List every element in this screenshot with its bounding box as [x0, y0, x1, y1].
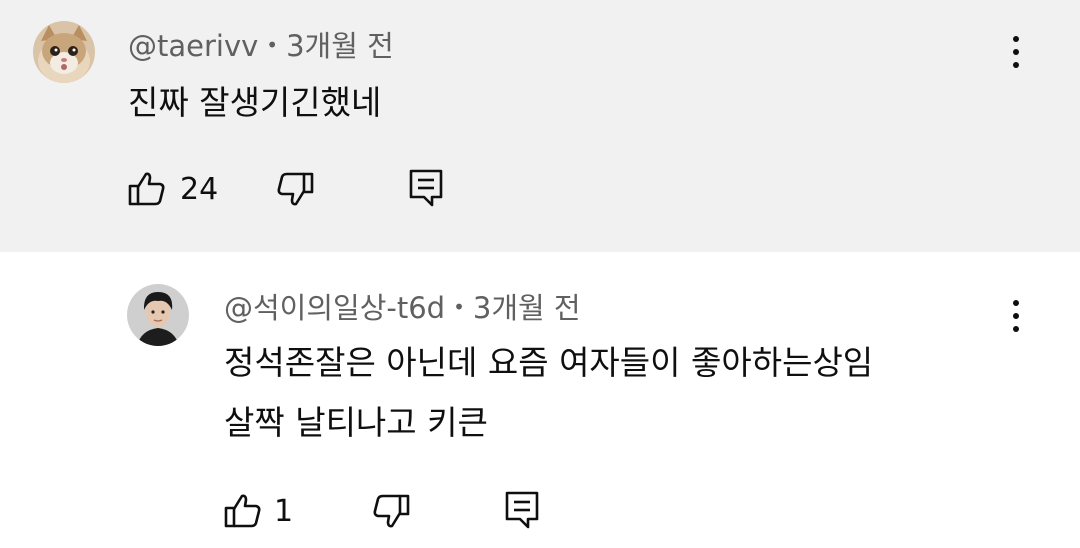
like-count: 1	[274, 494, 294, 529]
comment-time[interactable]: 3개월 전	[286, 29, 394, 63]
reply-icon	[505, 491, 539, 529]
more-vert-icon[interactable]	[1004, 294, 1028, 338]
comment-1: @taerivv • 3개월 전 진짜 잘생기긴했네 24	[0, 0, 1080, 252]
thumb-up-icon	[224, 494, 261, 528]
thumb-up-icon	[128, 172, 165, 206]
meta-separator: •	[453, 295, 465, 319]
more-vert-icon[interactable]	[1004, 30, 1028, 74]
like-count: 24	[180, 172, 219, 207]
like-button[interactable]	[128, 170, 166, 208]
comment-author[interactable]: @석이의일상-t6d	[224, 291, 445, 325]
comment-text: 진짜 잘생기긴했네	[128, 83, 382, 122]
thumb-down-icon	[277, 172, 314, 206]
reply-button[interactable]	[504, 490, 540, 530]
comment-time[interactable]: 3개월 전	[473, 291, 581, 325]
comment-text-line-1: 정석존잘은 아닌데 요즘 여자들이 좋아하는상임	[224, 343, 874, 382]
reply-icon	[409, 169, 443, 207]
comment-author[interactable]: @taerivv	[128, 29, 258, 63]
comment-meta: @taerivv • 3개월 전	[128, 28, 394, 63]
dislike-button[interactable]	[372, 492, 410, 530]
like-button[interactable]	[224, 492, 262, 530]
dislike-button[interactable]	[276, 170, 314, 208]
reply-button[interactable]	[408, 168, 444, 208]
thumb-down-icon	[373, 494, 410, 528]
comment-meta: @석이의일상-t6d • 3개월 전	[224, 290, 581, 325]
meta-separator: •	[266, 33, 279, 57]
comment-2: @석이의일상-t6d • 3개월 전 정석존잘은 아닌데 요즘 여자들이 좋아하는상…	[0, 252, 1080, 548]
comment-text-line-2: 살짝 날티나고 키큰	[224, 403, 488, 442]
avatar-cat[interactable]	[33, 21, 95, 83]
avatar-person[interactable]	[127, 284, 189, 346]
